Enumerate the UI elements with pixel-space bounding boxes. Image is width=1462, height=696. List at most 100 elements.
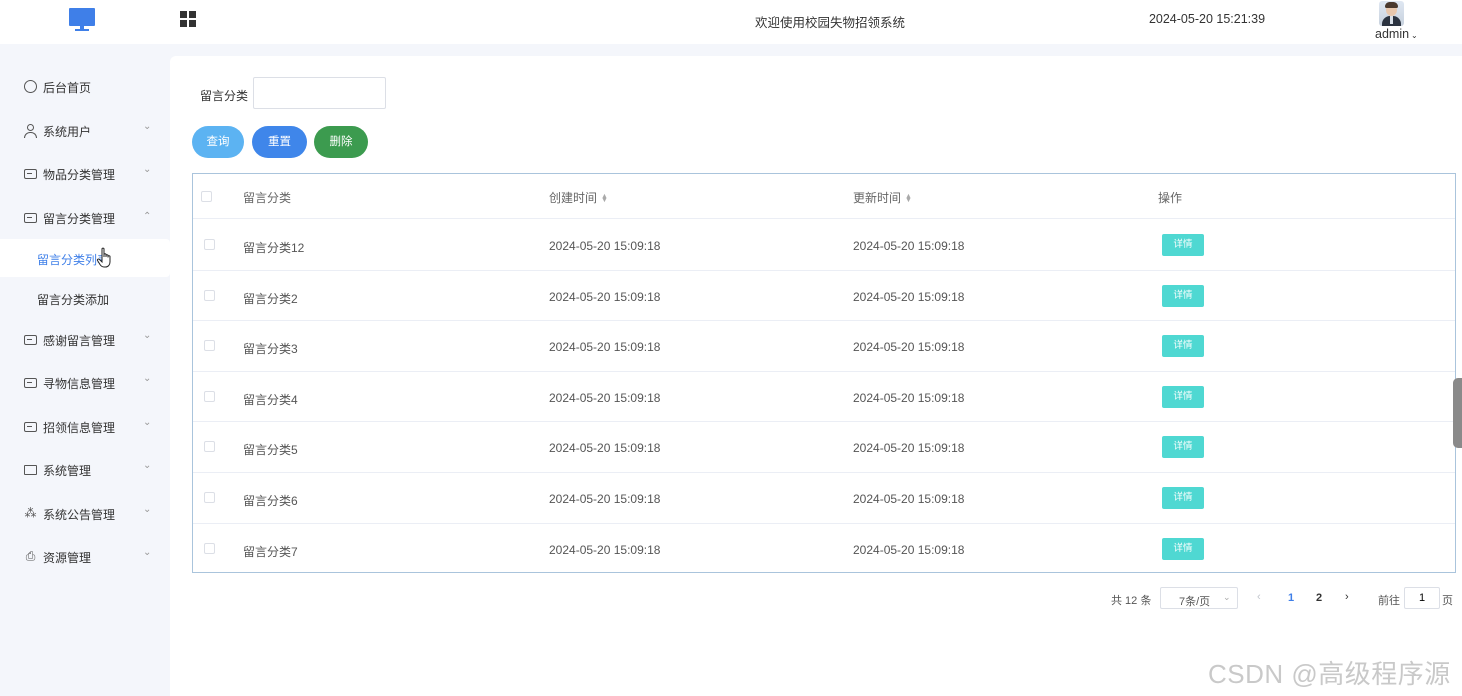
sidebar-item-found-items[interactable]: 招领信息管理 ⌄ bbox=[0, 406, 170, 446]
sidebar-item-system-users[interactable]: 系统用户 ⌄ bbox=[0, 110, 170, 150]
sidebar-item-home[interactable]: 后台首页 bbox=[0, 66, 170, 106]
chevron-down-icon: ⌄ bbox=[143, 373, 152, 384]
sidebar-item-resources[interactable]: ⎙ 资源管理 ⌄ bbox=[0, 536, 170, 576]
sidebar-item-label: 系统用户 bbox=[43, 125, 92, 139]
loading-icon: ⁂ bbox=[24, 506, 37, 520]
cell-created: 2024-05-20 15:09:18 bbox=[549, 239, 661, 253]
sidebar-item-label: 系统管理 bbox=[43, 464, 92, 478]
row-checkbox[interactable] bbox=[204, 340, 215, 352]
cell-category: 留言分类12 bbox=[243, 241, 305, 255]
user-name[interactable]: admin bbox=[1375, 27, 1409, 41]
data-table: 留言分类 创建时间 ▲ ▼ 更新时间 ▲ ▼ 操作 留言分类12 2024-05-20 … bbox=[192, 173, 1456, 573]
grid-icon[interactable] bbox=[180, 11, 197, 28]
cell-updated: 2024-05-20 15:09:18 bbox=[853, 542, 965, 557]
cell-created: 2024-05-20 15:09:18 bbox=[549, 340, 661, 355]
detail-button[interactable]: 详情 bbox=[1162, 436, 1204, 459]
cell-category: 留言分类7 bbox=[243, 544, 298, 559]
sidebar-subitem-label: 留言分类添加 bbox=[37, 293, 110, 307]
prev-page-button[interactable]: ‹ bbox=[1257, 591, 1261, 603]
column-header-label[interactable]: 创建时间 bbox=[549, 191, 597, 205]
sidebar-item-item-category[interactable]: 物品分类管理 ⌄ bbox=[0, 153, 170, 193]
sidebar-item-label: 系统公告管理 bbox=[43, 508, 116, 522]
sidebar-item-label: 招领信息管理 bbox=[43, 421, 116, 435]
row-checkbox[interactable] bbox=[204, 239, 215, 250]
detail-button[interactable]: 详情 bbox=[1162, 335, 1204, 358]
detail-button[interactable]: 详情 bbox=[1162, 537, 1204, 560]
printer-icon: ⎙ bbox=[25, 549, 36, 563]
sidebar-item-lost-items[interactable]: 寻物信息管理 ⌄ bbox=[0, 362, 170, 402]
chevron-down-icon[interactable]: ⌄ bbox=[1223, 592, 1231, 603]
main-content: 留言分类 查询 重置 删除 留言分类 创建时间 ▲ ▼ 更新时间 ▲ ▼ 操作 留言分类… bbox=[170, 56, 1462, 696]
row-checkbox[interactable] bbox=[204, 492, 215, 503]
sidebar-item-announcements[interactable]: ⁂ 系统公告管理 ⌄ bbox=[0, 493, 170, 533]
sidebar-subitem-message-category-add[interactable]: 留言分类添加 bbox=[0, 279, 170, 317]
detail-button[interactable]: 详情 bbox=[1162, 487, 1204, 509]
chevron-down-icon: ⌄ bbox=[143, 504, 152, 515]
page-number-2[interactable]: 2 bbox=[1316, 592, 1322, 604]
column-header-created[interactable]: 创建时间 ▲ ▼ bbox=[549, 189, 608, 206]
column-header-label[interactable]: 更新时间 bbox=[853, 191, 901, 205]
reset-button[interactable]: 重置 bbox=[252, 126, 307, 158]
column-header-updated[interactable]: 更新时间 ▲ ▼ bbox=[853, 189, 912, 206]
sidebar-item-message-category[interactable]: 留言分类管理 ⌃ bbox=[0, 197, 170, 237]
detail-button[interactable]: 详情 bbox=[1162, 284, 1204, 307]
cell-created: 2024-05-20 15:09:18 bbox=[549, 289, 661, 304]
clock-icon bbox=[24, 80, 37, 93]
sidebar-subitem-message-category-list[interactable]: 留言分类列表 bbox=[0, 239, 170, 277]
card-icon bbox=[24, 378, 37, 388]
chevron-down-icon: ⌄ bbox=[143, 330, 152, 341]
card-icon bbox=[24, 213, 37, 223]
hand-cursor-icon bbox=[96, 247, 111, 268]
next-page-button[interactable]: › bbox=[1345, 591, 1349, 603]
cell-updated: 2024-05-20 15:09:18 bbox=[853, 390, 965, 405]
query-button[interactable]: 查询 bbox=[192, 126, 244, 158]
pagination-total: 共 12 条 bbox=[1111, 595, 1152, 607]
goto-label: 前往 bbox=[1378, 595, 1400, 607]
cell-updated: 2024-05-20 15:09:18 bbox=[853, 340, 965, 355]
sidebar-item-label: 寻物信息管理 bbox=[43, 377, 116, 391]
sidebar-item-system-management[interactable]: 系统管理 ⌄ bbox=[0, 449, 170, 489]
card-icon bbox=[24, 169, 37, 179]
row-checkbox[interactable] bbox=[204, 390, 215, 402]
cell-updated: 2024-05-20 15:09:18 bbox=[853, 492, 965, 506]
row-checkbox[interactable] bbox=[204, 441, 215, 453]
page-number-1[interactable]: 1 bbox=[1288, 592, 1294, 604]
category-search-input[interactable] bbox=[253, 77, 386, 109]
sort-icon[interactable]: ▲ ▼ bbox=[905, 193, 912, 204]
avatar[interactable] bbox=[1379, 1, 1404, 26]
column-header-category: 留言分类 bbox=[243, 191, 292, 205]
table-row: 留言分类7 2024-05-20 15:09:18 2024-05-20 15:… bbox=[193, 524, 1455, 575]
goto-page-input[interactable] bbox=[1404, 587, 1440, 609]
cell-category: 留言分类3 bbox=[243, 342, 298, 357]
cell-category: 留言分类5 bbox=[243, 443, 298, 458]
chevron-down-icon: ⌄ bbox=[143, 164, 152, 175]
sidebar: 后台首页 系统用户 ⌄ 物品分类管理 ⌄ 留言分类管理 ⌃ 留言分类列表 留言分… bbox=[0, 44, 170, 696]
user-icon bbox=[24, 124, 37, 138]
cell-created: 2024-05-20 15:09:18 bbox=[549, 492, 661, 506]
row-checkbox[interactable] bbox=[204, 289, 215, 301]
table-row: 留言分类5 2024-05-20 15:09:18 2024-05-20 15:… bbox=[193, 422, 1455, 473]
datetime-display: 2024-05-20 15:21:39 bbox=[1148, 12, 1266, 26]
select-all-checkbox[interactable] bbox=[201, 191, 212, 202]
table-row: 留言分类4 2024-05-20 15:09:18 2024-05-20 15:… bbox=[193, 372, 1455, 423]
sidebar-item-label: 留言分类管理 bbox=[43, 212, 116, 226]
cell-category: 留言分类6 bbox=[243, 494, 298, 508]
card-icon bbox=[24, 335, 37, 345]
sort-icon[interactable]: ▲ ▼ bbox=[601, 193, 608, 204]
table-header: 留言分类 创建时间 ▲ ▼ 更新时间 ▲ ▼ 操作 bbox=[193, 174, 1455, 219]
detail-button[interactable]: 详情 bbox=[1162, 385, 1204, 408]
table-row: 留言分类6 2024-05-20 15:09:18 2024-05-20 15:… bbox=[193, 473, 1455, 524]
page-size-select[interactable]: 7条/页 ⌄ bbox=[1160, 587, 1238, 609]
chevron-down-icon[interactable]: ⌄ bbox=[1411, 31, 1418, 40]
row-checkbox[interactable] bbox=[204, 542, 215, 554]
cell-updated: 2024-05-20 15:09:18 bbox=[853, 289, 965, 304]
sidebar-item-thanks-messages[interactable]: 感谢留言管理 ⌄ bbox=[0, 319, 170, 359]
page-size-value[interactable]: 7条/页 bbox=[1179, 593, 1210, 609]
user-menu[interactable]: admin ⌄ bbox=[1370, 0, 1426, 44]
detail-button[interactable]: 详情 bbox=[1162, 234, 1204, 256]
delete-button[interactable]: 删除 bbox=[314, 126, 368, 158]
scrollbar-thumb[interactable] bbox=[1453, 378, 1462, 448]
chevron-down-icon: ⌄ bbox=[143, 547, 152, 558]
cell-category: 留言分类4 bbox=[243, 392, 298, 407]
folder-icon bbox=[24, 465, 37, 475]
